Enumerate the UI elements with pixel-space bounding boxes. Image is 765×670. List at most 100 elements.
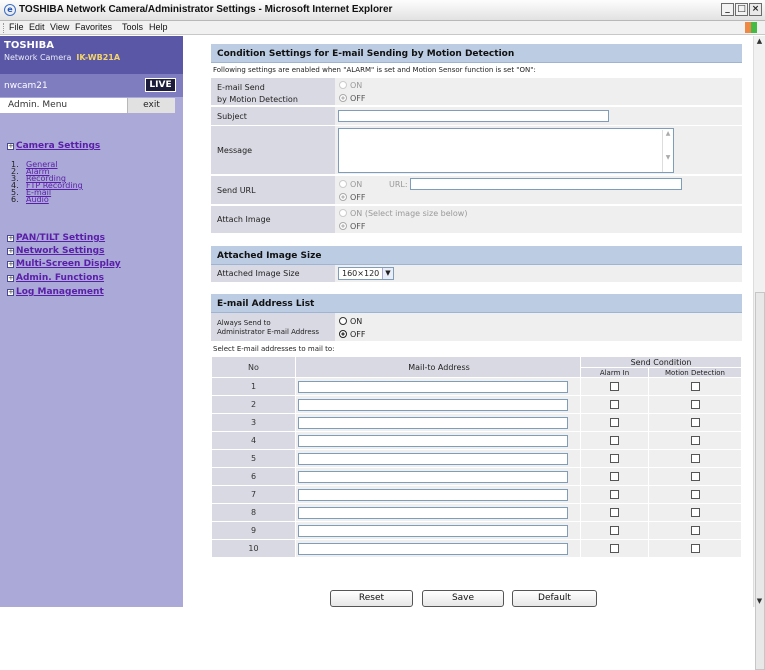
address-input[interactable] bbox=[298, 380, 568, 393]
address-input[interactable] bbox=[298, 416, 568, 429]
menu-tools[interactable]: Tools bbox=[122, 22, 143, 32]
motion-checkbox[interactable] bbox=[690, 418, 700, 427]
radio-icon bbox=[339, 209, 347, 217]
alarm-in-checkbox[interactable] bbox=[610, 544, 619, 553]
address-input[interactable] bbox=[298, 434, 568, 447]
always-send-label-line2: Administrator E-mail Address bbox=[217, 328, 319, 336]
motion-checkbox[interactable] bbox=[690, 400, 700, 409]
nav-audio-link[interactable]: Audio bbox=[26, 195, 49, 204]
address-input[interactable] bbox=[298, 506, 568, 519]
expand-icon: + bbox=[7, 260, 14, 268]
message-row: Message ▲ ▼ bbox=[211, 126, 742, 175]
alarm-in-checkbox[interactable] bbox=[610, 508, 619, 517]
radio-icon bbox=[339, 317, 347, 325]
default-button[interactable]: Default bbox=[512, 590, 597, 607]
page-scrollbar[interactable]: ▲ ▼ bbox=[753, 36, 765, 670]
exit-button[interactable]: exit bbox=[127, 98, 175, 113]
email-send-off-radio[interactable]: OFF bbox=[339, 94, 366, 103]
address-input[interactable] bbox=[298, 524, 568, 537]
select-note: Select E-mail addresses to mail to: bbox=[213, 345, 335, 353]
scroll-thumb[interactable] bbox=[755, 292, 765, 670]
menu-file[interactable]: File bbox=[9, 22, 24, 32]
radio-label: OFF bbox=[350, 94, 366, 103]
motion-checkbox[interactable] bbox=[690, 472, 700, 481]
menu-help[interactable]: Help bbox=[149, 22, 168, 32]
address-input[interactable] bbox=[298, 470, 568, 483]
close-button[interactable]: × bbox=[749, 3, 762, 16]
minimize-button[interactable]: _ bbox=[721, 3, 734, 16]
nav-network[interactable]: + Network Settings bbox=[7, 246, 104, 256]
admin-menu-row: Admin. Menu exit bbox=[0, 98, 175, 113]
table-row: 8 bbox=[211, 503, 742, 522]
menu-favorites[interactable]: Favorites bbox=[75, 22, 112, 32]
image-size-label: Attached Image Size bbox=[211, 265, 335, 282]
email-send-on-radio[interactable]: ON bbox=[339, 81, 362, 90]
row-number: 8 bbox=[211, 503, 296, 522]
scroll-up-icon[interactable]: ▲ bbox=[754, 36, 765, 47]
row-number: 10 bbox=[211, 539, 296, 558]
email-send-label-line1: E-mail Send bbox=[217, 83, 265, 92]
table-row: 5 bbox=[211, 449, 742, 468]
ie-icon: e bbox=[4, 4, 16, 16]
col-send-condition: Send Condition bbox=[580, 356, 742, 368]
alarm-in-checkbox[interactable] bbox=[610, 454, 619, 463]
email-send-label-line2: by Motion Detection bbox=[217, 95, 298, 104]
message-textarea[interactable] bbox=[338, 128, 674, 173]
nav-pan-tilt[interactable]: + PAN/TILT Settings bbox=[7, 233, 105, 243]
address-input[interactable] bbox=[298, 398, 568, 411]
address-input[interactable] bbox=[298, 542, 568, 555]
row-number: 3 bbox=[211, 413, 296, 432]
image-size-value: 160×120 bbox=[342, 269, 380, 278]
image-size-select[interactable]: 160×120 ▼ bbox=[338, 267, 394, 280]
subject-label: Subject bbox=[211, 107, 335, 125]
nav-multiscreen[interactable]: + Multi-Screen Display bbox=[7, 259, 121, 269]
nav-network-label: Network Settings bbox=[16, 246, 105, 256]
send-url-off-radio[interactable]: OFF bbox=[339, 193, 366, 202]
subject-input[interactable] bbox=[338, 110, 609, 122]
menu-view[interactable]: View bbox=[50, 22, 69, 32]
message-label: Message bbox=[211, 126, 335, 174]
attach-image-off-radio[interactable]: OFF bbox=[339, 222, 366, 231]
motion-checkbox[interactable] bbox=[690, 490, 700, 499]
always-send-on-radio[interactable]: ON bbox=[339, 317, 362, 326]
attach-image-on-radio[interactable]: ON (Select image size below) bbox=[339, 209, 467, 218]
nav-admin-functions[interactable]: + Admin. Functions bbox=[7, 273, 104, 283]
alarm-in-checkbox[interactable] bbox=[610, 418, 619, 427]
table-row: 6 bbox=[211, 467, 742, 486]
motion-checkbox[interactable] bbox=[690, 508, 700, 517]
attach-image-row: Attach Image ON (Select image size below… bbox=[211, 206, 742, 234]
address-input[interactable] bbox=[298, 452, 568, 465]
scroll-down-icon[interactable]: ▼ bbox=[754, 596, 765, 607]
reset-button[interactable]: Reset bbox=[330, 590, 413, 607]
motion-checkbox[interactable] bbox=[690, 382, 700, 391]
alarm-in-checkbox[interactable] bbox=[610, 490, 619, 499]
table-row: 4 bbox=[211, 431, 742, 450]
attach-image-label: Attach Image bbox=[211, 206, 335, 233]
save-button[interactable]: Save bbox=[422, 590, 504, 607]
alarm-in-checkbox[interactable] bbox=[610, 526, 619, 535]
motion-checkbox[interactable] bbox=[690, 436, 700, 445]
motion-checkbox[interactable] bbox=[690, 526, 700, 535]
alarm-in-checkbox[interactable] bbox=[610, 382, 619, 391]
motion-checkbox[interactable] bbox=[690, 454, 700, 463]
live-button[interactable]: LIVE bbox=[145, 78, 176, 92]
alarm-in-checkbox[interactable] bbox=[610, 436, 619, 445]
motion-checkbox[interactable] bbox=[690, 544, 700, 553]
expand-icon: + bbox=[7, 234, 14, 242]
alarm-in-checkbox[interactable] bbox=[610, 400, 619, 409]
url-input[interactable] bbox=[410, 178, 682, 190]
menu-edit[interactable]: Edit bbox=[29, 22, 45, 32]
nav-log-label: Log Management bbox=[16, 287, 104, 297]
maximize-button[interactable]: □ bbox=[735, 3, 748, 16]
alarm-in-checkbox[interactable] bbox=[610, 472, 619, 481]
address-input[interactable] bbox=[298, 488, 568, 501]
section-image-size-header: Attached Image Size bbox=[211, 246, 742, 265]
nav-audio[interactable]: 6. Audio bbox=[11, 195, 49, 204]
nav-camera-settings[interactable]: + Camera Settings bbox=[7, 141, 100, 151]
nav-log-management[interactable]: + Log Management bbox=[7, 287, 104, 297]
always-send-row: Always Send to Administrator E-mail Addre… bbox=[211, 313, 742, 342]
table-row: 2 bbox=[211, 395, 742, 414]
always-send-off-radio[interactable]: OFF bbox=[339, 330, 366, 339]
send-url-on-radio[interactable]: ON bbox=[339, 180, 362, 189]
message-scrollbar[interactable]: ▲ ▼ bbox=[662, 130, 673, 172]
